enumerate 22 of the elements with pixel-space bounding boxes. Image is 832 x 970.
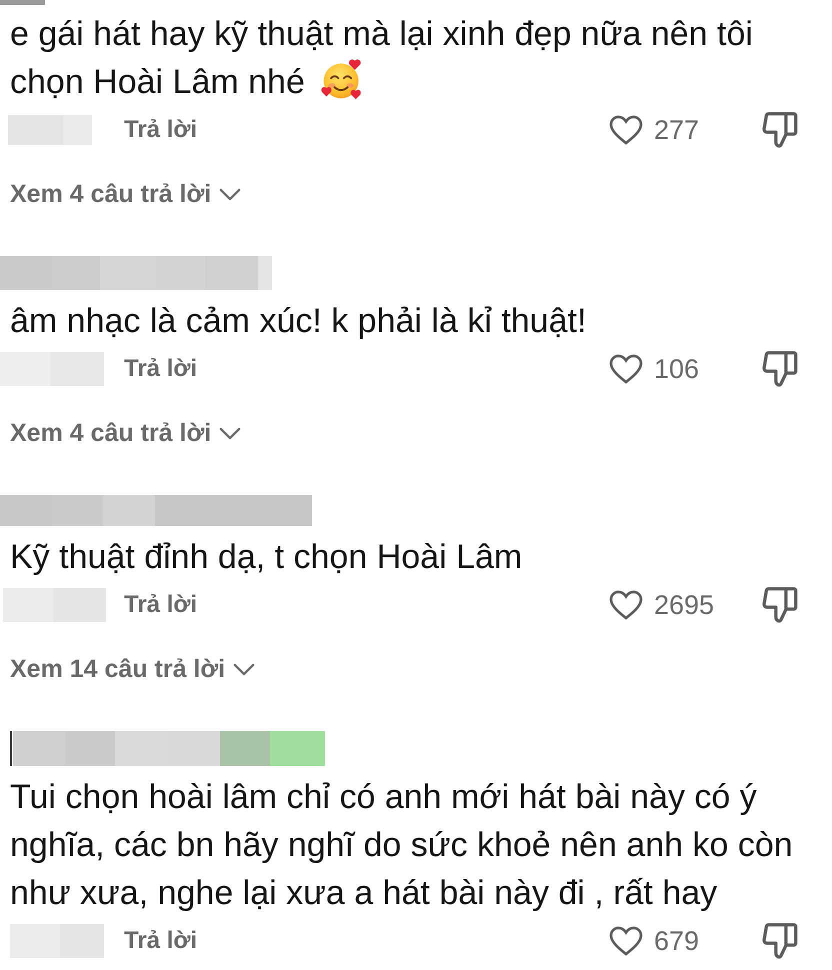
like-button[interactable]: 679 — [609, 925, 700, 957]
thumbs-down-icon[interactable] — [762, 110, 798, 150]
like-button[interactable]: 2695 — [609, 589, 714, 621]
view-replies-button[interactable]: Xem 4 câu trả lời — [10, 411, 242, 455]
thumbs-down-icon[interactable] — [762, 921, 798, 961]
view-replies-button[interactable]: Xem 4 câu trả lời — [10, 172, 242, 216]
chevron-down-icon — [219, 188, 242, 200]
chevron-down-icon — [233, 662, 256, 676]
like-button[interactable]: 277 — [609, 114, 700, 146]
like-button[interactable]: 106 — [609, 353, 700, 385]
view-replies-button[interactable]: Xem 14 câu trả lời — [10, 647, 256, 691]
reply-button[interactable]: Trả lời — [124, 354, 198, 384]
comment-text: Tui chọn hoài lâm chỉ có anh mới hát bài này có ý nghĩa, các bn hãy nghĩ do sức khoẻ nên anh ko còn như xưa, nghe lại xưa a hát bài này đi , rất hay — [10, 778, 794, 912]
chevron-down-icon — [219, 426, 242, 440]
comment-text: Kỹ thuật đỉnh dạ, t chọn Hoài Lâm — [10, 538, 522, 576]
comment-text: âm nhạc là cảm xúc! k phải là kỉ thuật! — [10, 302, 586, 340]
thumbs-down-icon[interactable] — [762, 349, 798, 389]
reply-button[interactable]: Trả lời — [124, 115, 198, 145]
reply-button[interactable]: Trả lời — [124, 590, 198, 620]
comment-text: e gái hát hay kỹ thuật mà lại xinh đẹp nữa nên tôi chọn Hoài Lâm nhé — [10, 15, 754, 101]
reply-button[interactable]: Trả lời — [124, 926, 198, 956]
thumbs-down-icon[interactable] — [762, 585, 798, 625]
